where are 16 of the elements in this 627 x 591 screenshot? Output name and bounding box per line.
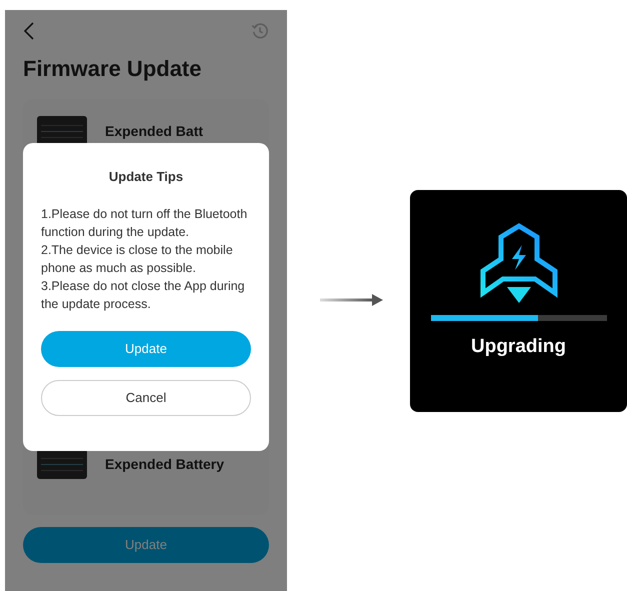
tip-text: 3.Please do not close the App during the update process. xyxy=(41,278,246,312)
back-icon[interactable] xyxy=(23,22,35,40)
status-text: Upgrading xyxy=(471,335,566,359)
tip-text: 2.The device is close to the mobile phone as much as possible. xyxy=(41,242,234,276)
update-button[interactable]: Update xyxy=(41,330,251,366)
update-button[interactable]: Update xyxy=(23,527,269,563)
rocket-icon xyxy=(478,223,558,305)
cancel-button[interactable]: Cancel xyxy=(41,380,251,416)
device-name: Expended Battery xyxy=(105,454,224,474)
dialog-title: Update Tips xyxy=(108,168,184,186)
page-title: Firmware Update xyxy=(23,55,202,83)
battery-photo xyxy=(37,116,87,146)
tip-text: 1.Please do not turn off the Bluetooth function during the update. xyxy=(41,206,248,240)
arrow-icon xyxy=(320,293,384,307)
device-name: Expended Batt xyxy=(105,122,204,141)
battery-photo xyxy=(37,449,87,479)
